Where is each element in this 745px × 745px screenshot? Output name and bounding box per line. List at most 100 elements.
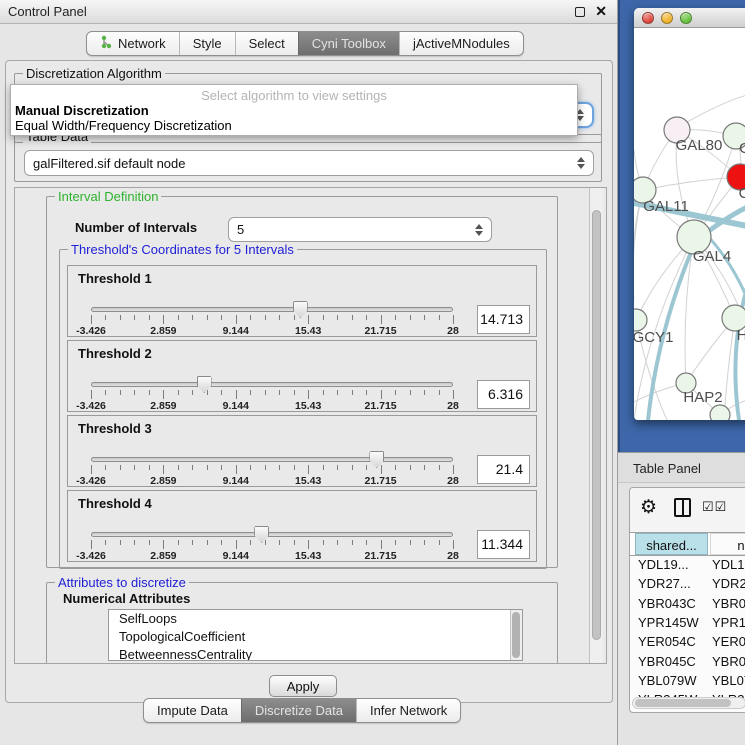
mac-close-button[interactable] (642, 12, 654, 24)
algorithm-dropdown-popup: Select algorithm to view settings Manual… (10, 84, 578, 136)
threshold-slider[interactable] (91, 457, 453, 462)
table-row[interactable]: YBL079WYBL079W (630, 673, 745, 692)
tab-impute-data[interactable]: Impute Data (144, 699, 241, 722)
tab-jactivemnodules[interactable]: jActiveMNodules (399, 32, 523, 55)
table-row[interactable]: YDL19... YDL19... (630, 557, 745, 576)
table-row[interactable]: YER054CYER054C (630, 634, 745, 653)
tab-style[interactable]: Style (179, 32, 235, 55)
threshold-slider[interactable] (91, 307, 453, 312)
network-graph: GAL80GACGAL11GAL4GCY1HHAP2 (634, 28, 745, 420)
mac-minimize-button[interactable] (661, 12, 673, 24)
interval-definition-title: Interval Definition (55, 189, 161, 204)
tab-network[interactable]: Network (87, 32, 179, 55)
thresholds-group-title: Threshold's Coordinates for 5 Intervals (68, 242, 297, 257)
cell-shared-name: YDL19... (638, 557, 706, 572)
tick-label: 2.859 (150, 400, 176, 412)
attribute-item[interactable]: BetweennessCentrality (109, 646, 522, 661)
threshold-row: Threshold 2-3.4262.8599.14415.4321.71528… (67, 340, 537, 412)
threshold-slider[interactable] (91, 532, 453, 537)
column-header-shared[interactable]: shared... (635, 533, 708, 555)
cell-shared-name: YBR045C (638, 654, 706, 669)
cell-name: YER054C (712, 634, 745, 649)
tick-label: -3.426 (76, 325, 106, 337)
threshold-value-field[interactable]: 11.344 (477, 530, 530, 559)
network-canvas[interactable]: GAL80GACGAL11GAL4GCY1HHAP2 (634, 28, 745, 420)
algorithm-option[interactable]: Equal Width/Frequency Discretization (15, 118, 232, 133)
network-edge[interactable] (724, 318, 735, 420)
node-table-panel: ⚙ ☑☑ shared... na... YDL19... YDL19... YDR… (629, 487, 745, 713)
network-node[interactable] (710, 405, 730, 420)
cell-shared-name: YBR043C (638, 596, 706, 611)
discretization-algorithm-group-title: Discretization Algorithm (23, 66, 165, 81)
cell-name: YDL19... (712, 557, 745, 572)
tick-label: 28 (447, 550, 459, 562)
slider-ticks (91, 540, 453, 550)
spinner-stepper-icon (475, 224, 483, 236)
bottom-tabs: Impute DataDiscretize DataInfer Network (143, 698, 461, 723)
tick-label: 2.859 (150, 475, 176, 487)
column-header-name[interactable]: na... (710, 533, 745, 555)
cell-name: YBR045C (712, 654, 745, 669)
tick-label: -3.426 (76, 475, 106, 487)
network-window-titlebar[interactable] (634, 8, 745, 28)
tick-label: 2.859 (150, 325, 176, 337)
threshold-label: Threshold 2 (78, 346, 152, 361)
close-icon[interactable]: ✕ (595, 3, 607, 20)
table-row[interactable]: YPR145WYPR145W (630, 615, 745, 634)
threshold-slider[interactable] (91, 382, 453, 387)
node-label: GAL4 (693, 248, 731, 265)
table-data-combo[interactable]: galFiltered.sif default node (24, 150, 594, 176)
tab-label: Cyni Toolbox (312, 36, 386, 51)
slider-ticks (91, 465, 453, 475)
tab-select[interactable]: Select (235, 32, 298, 55)
attribute-item[interactable]: TopologicalCoefficient (109, 628, 522, 646)
tick-label: 9.144 (223, 550, 249, 562)
threshold-value-field[interactable]: 21.4 (477, 455, 530, 484)
node-label: H (737, 327, 745, 344)
columns-icon[interactable] (674, 498, 691, 517)
numerical-attributes-list[interactable]: SelfLoopsTopologicalCoefficientBetweenne… (108, 609, 523, 661)
tab-infer-network[interactable]: Infer Network (356, 699, 460, 722)
cell-name: YBL079W (712, 673, 745, 688)
tab-cyni-toolbox[interactable]: Cyni Toolbox (298, 32, 399, 55)
checkbox-icons[interactable]: ☑☑ (702, 499, 727, 515)
network-view-window[interactable]: GAL80GACGAL11GAL4GCY1HHAP2 (634, 8, 745, 420)
gear-icon[interactable]: ⚙ (640, 496, 657, 519)
node-label: GA (739, 140, 745, 157)
tab-label: Select (249, 36, 285, 51)
table-data-group: Table Data galFiltered.sif default node (14, 134, 602, 182)
cell-name: YBR043C (712, 596, 745, 611)
tick-label: 15.43 (295, 325, 321, 337)
float-window-icon[interactable] (575, 7, 585, 17)
threshold-value-field[interactable]: 6.316 (477, 380, 530, 409)
settings-vertical-scrollbar[interactable] (589, 188, 603, 663)
algorithm-hint: Select algorithm to view settings (11, 88, 577, 103)
mac-zoom-button[interactable] (680, 12, 692, 24)
tick-label: 21.715 (365, 475, 397, 487)
numerical-attributes-label: Numerical Attributes (63, 591, 190, 606)
network-node-gcy1[interactable] (634, 309, 647, 331)
tick-label: 21.715 (365, 400, 397, 412)
table-horizontal-scrollbar[interactable] (632, 697, 745, 709)
table-panel-title: Table Panel (633, 461, 701, 476)
table-row[interactable]: YBR045C YBR045C (630, 654, 745, 673)
network-edge[interactable] (643, 177, 740, 190)
tab-discretize-data[interactable]: Discretize Data (241, 699, 356, 722)
table-row[interactable]: YBR043C YBR043C (630, 596, 745, 615)
cell-name: YPR145W (712, 615, 745, 630)
cell-shared-name: YDR27... (638, 576, 706, 591)
table-rows: YDL19...YDL19...YDR27...YDR27...YBR043CY… (630, 557, 745, 702)
attributes-scrollbar[interactable] (510, 610, 522, 660)
algorithm-option[interactable]: Manual Discretization (15, 103, 149, 118)
node-label: GAL11 (643, 198, 689, 215)
number-of-intervals-spinner[interactable]: 5 (228, 217, 492, 242)
table-row[interactable]: YDR27...YDR27... (630, 576, 745, 595)
tick-label: 9.144 (223, 325, 249, 337)
application-window: Control Panel ✕ NetworkStyleSelectCyni T… (0, 0, 745, 745)
tick-label: 2.859 (150, 550, 176, 562)
tick-label: 15.43 (295, 475, 321, 487)
attribute-item[interactable]: SelfLoops (109, 610, 522, 628)
apply-button[interactable]: Apply (269, 675, 337, 697)
threshold-value-field[interactable]: 14.713 (477, 305, 530, 334)
slider-ticks (91, 390, 453, 400)
